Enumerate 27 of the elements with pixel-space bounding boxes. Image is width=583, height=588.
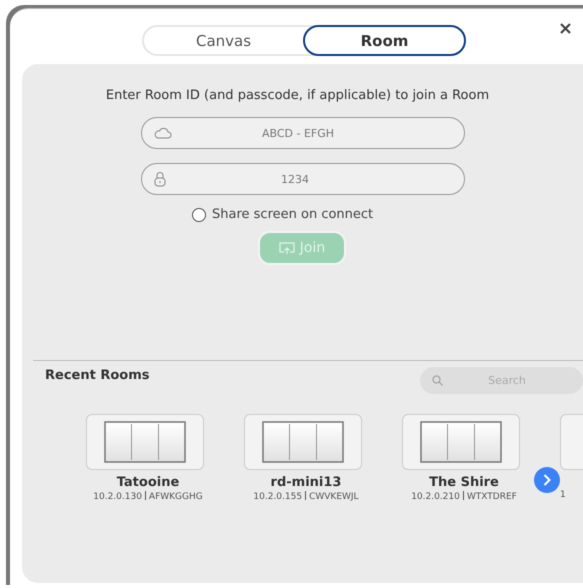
next-button[interactable] xyxy=(534,467,560,493)
room-info: 10.2.0.130 AFWKGGHG xyxy=(92,491,204,502)
cloud-icon xyxy=(154,127,172,139)
room-info: 1 xyxy=(560,490,566,500)
tab[interactable]: Room xyxy=(303,25,466,56)
instructions-text: Enter Room ID (and passcode, if applicable) to join a Room xyxy=(104,88,490,103)
screen-upload-icon xyxy=(278,242,295,254)
room-info: 10.2.0.210 WTXTDREF xyxy=(410,491,518,502)
room-display-icon xyxy=(104,421,186,463)
section-title: Recent Rooms xyxy=(45,368,150,383)
share-screen-option[interactable]: Share screen on connect xyxy=(192,207,583,222)
room-name: rd-mini13 xyxy=(270,475,342,490)
passcode-field[interactable]: 1234 xyxy=(141,163,465,195)
room-display-icon xyxy=(420,421,502,463)
room-tile[interactable] xyxy=(244,414,362,470)
room-tile[interactable] xyxy=(402,414,520,470)
room-tile[interactable] xyxy=(86,414,204,470)
room-id-field[interactable]: ABCD - EFGH xyxy=(141,117,465,149)
room-info: 10.2.0.155 CWVKEWJL xyxy=(252,491,360,502)
chevron-right-icon xyxy=(543,474,551,486)
room-name: Tatooine xyxy=(116,475,180,490)
search-icon xyxy=(432,375,443,386)
lock-icon xyxy=(154,171,166,187)
room-display-icon xyxy=(262,421,344,463)
radio-button[interactable] xyxy=(192,208,206,222)
room-name: The Shire xyxy=(428,475,500,490)
close-icon xyxy=(560,23,571,34)
